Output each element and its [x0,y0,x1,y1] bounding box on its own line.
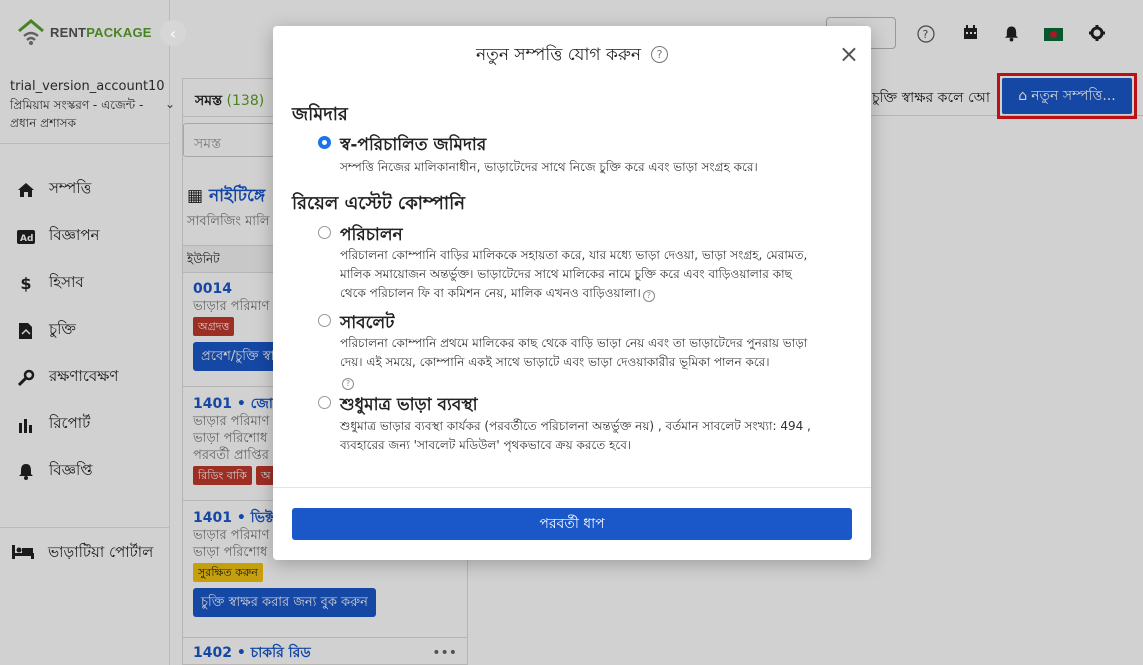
option-rent-only[interactable]: শুধুমাত্র ভাড়া ব্যবস্থা শুধুমাত্র ভাড়া… [318,392,818,462]
close-icon[interactable]: × [839,42,859,66]
option-label[interactable]: স্ব-পরিচালিত জমিদার [340,132,486,160]
option-label[interactable]: শুধুমাত্র ভাড়া ব্যবস্থা [340,392,478,420]
option-description-text: পরিচালনা কোম্পানি বাড়ির মালিককে সহায়তা… [340,248,808,300]
help-icon[interactable]: ? [342,378,354,390]
option-self-managed[interactable]: স্ব-পরিচালিত জমিদার সম্পত্তি নিজের মালিক… [318,132,818,182]
radio-management[interactable] [318,226,331,239]
option-sublet[interactable]: সাবলেট পরিচালনা কোম্পানি প্রথমে মালিকের … [318,310,818,390]
dialog-title-text: নতুন সম্পত্তি যোগ করুন [475,45,642,65]
next-step-button[interactable]: পরবর্তী ধাপ [292,508,852,540]
collapse-sidebar-button[interactable]: ‹ [160,20,186,46]
help-icon[interactable]: ? [651,46,669,63]
radio-self-managed[interactable] [318,136,331,149]
dialog-title: নতুন সম্পত্তি যোগ করুন? [273,42,871,70]
option-description: সম্পত্তি নিজের মালিকানাধীন, ভাড়াটেদের স… [340,160,758,174]
section-landlord: জমিদার [292,104,348,125]
option-description: পরিচালনা কোম্পানি প্রথমে মালিকের কাছ থেক… [340,334,820,391]
add-property-dialog: নতুন সম্পত্তি যোগ করুন? × জমিদার স্ব-পরি… [273,26,871,560]
help-icon[interactable]: ? [642,290,655,302]
divider [273,487,871,488]
option-description-text: পরিচালনা কোম্পানি প্রথমে মালিকের কাছ থেক… [340,336,808,369]
option-description: শুধুমাত্র ভাড়ার ব্যবস্থা কার্যকর (পরবর্… [340,419,811,452]
radio-sublet[interactable] [318,314,331,327]
option-description: পরিচালনা কোম্পানি বাড়ির মালিককে সহায়তা… [340,246,820,303]
option-management[interactable]: পরিচালন পরিচালনা কোম্পানি বাড়ির মালিককে… [318,222,818,302]
section-company: রিয়েল এস্টেট কোম্পানি [292,193,465,214]
radio-rent-only[interactable] [318,396,331,409]
